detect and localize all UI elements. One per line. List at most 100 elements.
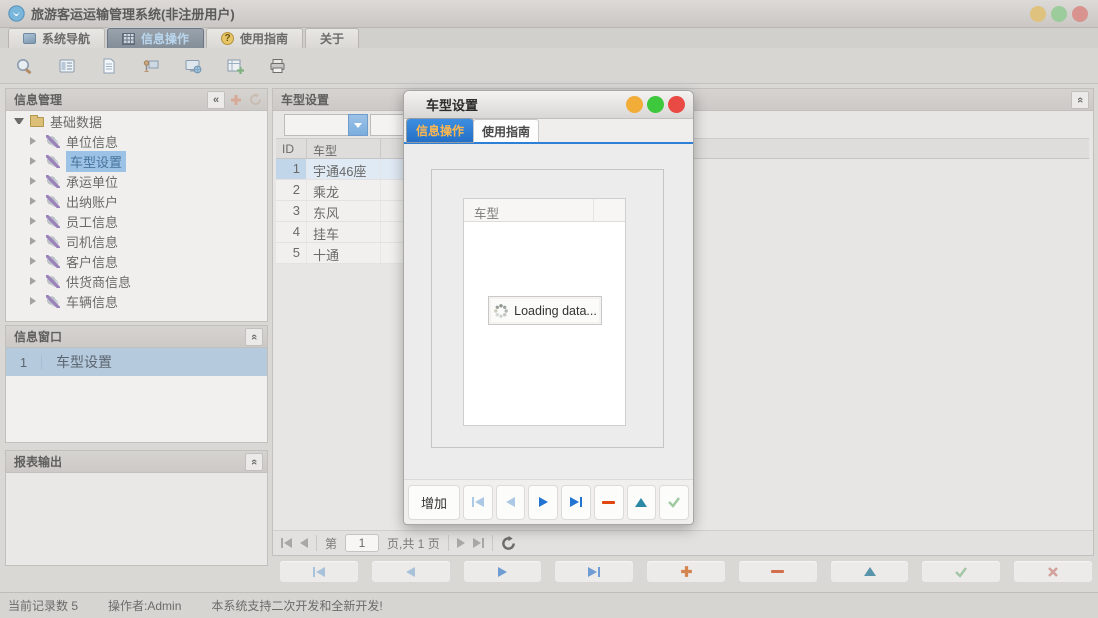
prev-record-button[interactable]	[371, 560, 451, 583]
collapse-up-icon[interactable]: «	[1071, 91, 1089, 109]
dialog-confirm-button[interactable]	[659, 485, 689, 520]
dialog-next-button[interactable]	[528, 485, 558, 520]
expander-right-icon[interactable]	[30, 197, 40, 205]
collapse-up-icon[interactable]: «	[245, 328, 263, 346]
tab-user-guide[interactable]: 使用指南	[206, 28, 303, 48]
main-tabstrip: 系统导航 信息操作 使用指南 关于	[0, 28, 1098, 48]
dialog-add-button[interactable]: 增加	[408, 485, 460, 520]
expander-right-icon[interactable]	[30, 297, 40, 305]
table-add-icon[interactable]	[222, 53, 248, 79]
tab-system-navigation[interactable]: 系统导航	[8, 28, 105, 48]
dialog-close-button[interactable]	[668, 96, 685, 113]
page-prev-icon[interactable]	[300, 538, 308, 548]
dialog-last-button[interactable]	[561, 485, 591, 520]
dialog-tab-info-operations[interactable]: 信息操作	[407, 119, 473, 142]
dialog-delete-button[interactable]	[594, 485, 624, 520]
expander-right-icon[interactable]	[30, 137, 40, 145]
report-output-header: 报表输出 «	[6, 451, 267, 473]
collapse-left-icon[interactable]: «	[207, 91, 225, 109]
cancel-record-button[interactable]	[1013, 560, 1093, 583]
refresh-icon[interactable]	[501, 536, 516, 551]
tree-node-root[interactable]: 基础数据	[6, 111, 267, 131]
info-window-panel: 信息窗口 « 1 车型设置	[5, 325, 268, 443]
tree-node-vehicle-type[interactable]: 车型设置	[6, 151, 267, 171]
page-number-input[interactable]	[345, 534, 379, 552]
monitor-globe-icon[interactable]	[180, 53, 206, 79]
next-record-button[interactable]	[463, 560, 543, 583]
search-icon[interactable]	[12, 53, 38, 79]
maximize-button[interactable]	[1051, 6, 1067, 22]
dialog-column-model[interactable]: 车型	[464, 199, 594, 221]
first-record-button[interactable]	[279, 560, 359, 583]
tree-node-label: 出纳账户	[66, 192, 118, 211]
add-record-button[interactable]	[646, 560, 726, 583]
dialog-maximize-button[interactable]	[647, 96, 664, 113]
tab-about[interactable]: 关于	[305, 28, 359, 48]
filter-combo-1[interactable]	[284, 114, 368, 136]
delete-record-button[interactable]	[738, 560, 818, 583]
expander-down-icon[interactable]	[14, 118, 24, 124]
tools-icon	[46, 195, 60, 208]
minus-icon	[771, 570, 784, 573]
minimize-button[interactable]	[1030, 6, 1046, 22]
tree-node-cashier-account[interactable]: 出纳账户	[6, 191, 267, 211]
cell-id: 4	[276, 222, 307, 242]
expander-right-icon[interactable]	[30, 237, 40, 245]
chevron-down-icon[interactable]	[348, 114, 368, 136]
close-button[interactable]	[1072, 6, 1088, 22]
panel-title: 信息窗口	[14, 328, 62, 345]
add-icon[interactable]	[228, 92, 244, 108]
tools-icon	[46, 175, 60, 188]
tree-node-vehicle-info[interactable]: 车辆信息	[6, 291, 267, 311]
expander-right-icon[interactable]	[30, 157, 40, 165]
tree-node-driver-info[interactable]: 司机信息	[6, 231, 267, 251]
tree-node-employee-info[interactable]: 员工信息	[6, 211, 267, 231]
tools-icon	[46, 275, 60, 288]
expander-right-icon[interactable]	[30, 217, 40, 225]
collapse-up-icon[interactable]: «	[245, 453, 263, 471]
printer-icon[interactable]	[264, 53, 290, 79]
window-list-item[interactable]: 1 车型设置	[6, 348, 267, 376]
expander-right-icon[interactable]	[30, 257, 40, 265]
expander-right-icon[interactable]	[30, 177, 40, 185]
tree-node-carrier-unit[interactable]: 承运单位	[6, 171, 267, 191]
tree-node-label: 员工信息	[66, 212, 118, 231]
cell-model: 宇通46座	[307, 159, 381, 179]
column-model[interactable]: 车型	[307, 139, 381, 158]
refresh-icon[interactable]	[247, 92, 263, 108]
tools-icon	[46, 255, 60, 268]
form-icon[interactable]	[54, 53, 80, 79]
separator	[316, 535, 317, 551]
row-label: 车型设置	[42, 352, 112, 372]
page-next-icon[interactable]	[457, 538, 465, 548]
dialog-prev-button[interactable]	[496, 485, 526, 520]
last-record-button[interactable]	[554, 560, 634, 583]
dialog-first-button[interactable]	[463, 485, 493, 520]
window-controls	[1030, 6, 1088, 22]
operator-label: 操作者:Admin	[108, 597, 181, 614]
column-id[interactable]: ID	[276, 139, 307, 158]
page-first-icon[interactable]	[281, 538, 292, 548]
dialog-edit-button[interactable]	[627, 485, 657, 520]
page-last-icon[interactable]	[473, 538, 484, 548]
dialog-minimize-button[interactable]	[626, 96, 643, 113]
combo-field[interactable]	[284, 114, 348, 136]
tree-node-customer-info[interactable]: 客户信息	[6, 251, 267, 271]
tools-icon	[46, 295, 60, 308]
vehicle-type-dialog: 车型设置 信息操作 使用指南 车型 Load	[403, 90, 694, 525]
tab-info-operations[interactable]: 信息操作	[107, 28, 204, 48]
expander-right-icon[interactable]	[30, 277, 40, 285]
row-number: 1	[6, 355, 42, 370]
save-record-button[interactable]	[921, 560, 1001, 583]
user-board-icon[interactable]	[138, 53, 164, 79]
document-icon[interactable]	[96, 53, 122, 79]
tree-node-supplier-info[interactable]: 供货商信息	[6, 271, 267, 291]
dialog-header[interactable]: 车型设置	[404, 91, 693, 119]
report-output-panel: 报表输出 «	[5, 450, 268, 566]
tree-node-unit-info[interactable]: 单位信息	[6, 131, 267, 151]
edit-record-button[interactable]	[830, 560, 910, 583]
dialog-tab-user-guide[interactable]: 使用指南	[473, 119, 539, 142]
check-icon	[954, 566, 968, 578]
panel-title: 车型设置	[281, 91, 329, 108]
dialog-tabstrip: 信息操作 使用指南	[404, 119, 693, 144]
